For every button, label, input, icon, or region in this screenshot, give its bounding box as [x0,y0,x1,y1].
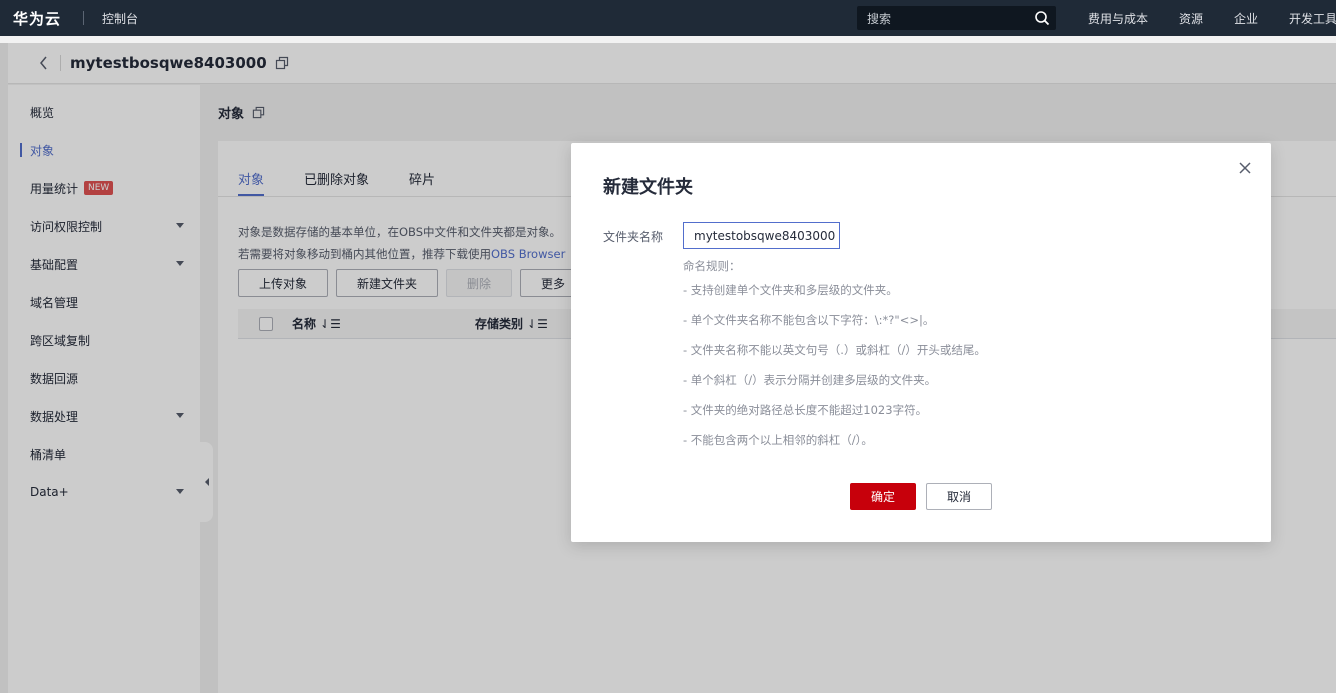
search-placeholder: 搜索 [867,11,892,26]
nav-cost[interactable]: 费用与成本 [1088,10,1148,27]
cancel-button[interactable]: 取消 [926,483,992,510]
naming-rule: - 文件夹的绝对路径总长度不能超过1023字符。 [683,403,928,417]
global-search-input[interactable]: 搜索 [857,6,1056,30]
naming-rule: - 单个文件夹名称不能包含以下字符：\:*?"<>|。 [683,313,935,327]
naming-rules: 命名规则： - 支持创建单个文件夹和多层级的文件夹。 - 单个文件夹名称不能包含… [683,257,986,447]
folder-name-label: 文件夹名称 [603,230,664,244]
naming-rule: - 文件夹名称不能以英文句号（.）或斜杠（/）开头或结尾。 [683,343,986,357]
search-icon[interactable] [1034,10,1050,26]
dialog-title: 新建文件夹 [603,177,693,198]
naming-rule: - 不能包含两个以上相邻的斜杠（/）。 [683,433,873,447]
huawei-cloud-logo[interactable]: 华为云 [13,8,61,29]
close-icon[interactable] [1238,161,1252,175]
naming-rule: - 支持创建单个文件夹和多层级的文件夹。 [683,283,898,297]
folder-name-input[interactable] [683,222,840,249]
new-folder-dialog: 新建文件夹 文件夹名称 命名规则： - 支持创建单个文件夹和多层级的文件夹。 -… [571,143,1271,542]
nav-resources[interactable]: 资源 [1179,10,1203,27]
naming-rules-title: 命名规则： [683,259,741,273]
naming-rule: - 单个斜杠（/）表示分隔并创建多层级的文件夹。 [683,373,937,387]
top-navigation-bar: 华为云 控制台 搜索 费用与成本 资源 企业 开发工具 [0,0,1336,36]
nav-dev-tools[interactable]: 开发工具 [1289,10,1336,27]
console-link[interactable]: 控制台 [102,10,138,27]
topbar-nav-links: 费用与成本 资源 企业 开发工具 [1088,0,1336,36]
nav-enterprise[interactable]: 企业 [1234,10,1258,27]
topbar-divider [83,11,85,25]
confirm-button[interactable]: 确定 [850,483,916,510]
